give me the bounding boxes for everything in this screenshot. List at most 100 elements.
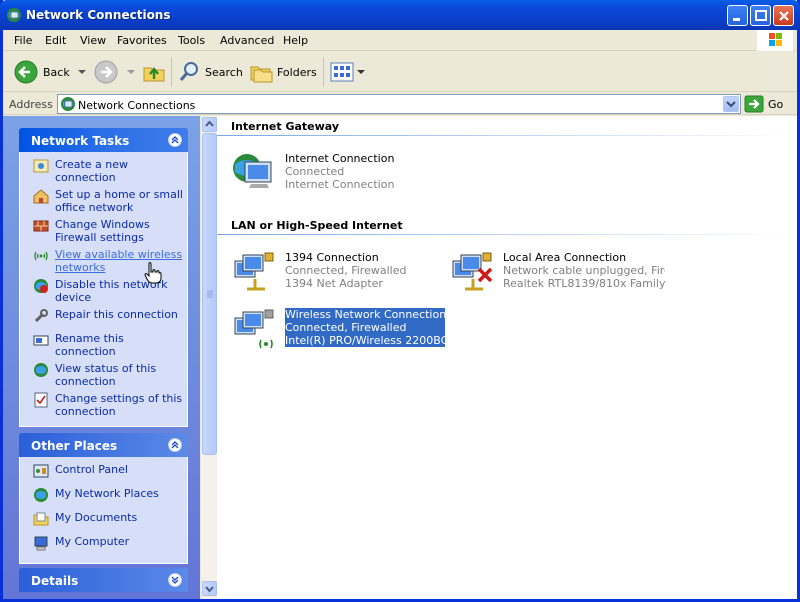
back-button[interactable]: Back <box>13 60 88 84</box>
other-places-title: Other Places <box>31 439 118 453</box>
connection-status: Connected, Firewalled <box>285 321 407 334</box>
folders-label: Folders <box>277 65 317 79</box>
scroll-thumb[interactable] <box>202 133 217 455</box>
forward-arrow-icon <box>94 60 118 84</box>
menu-bar: File Edit View Favorites Tools Advanced … <box>3 30 797 51</box>
lan-connection-icon <box>234 252 274 291</box>
maximize-icon <box>755 10 767 21</box>
task-pane-scrollbar[interactable] <box>200 116 217 599</box>
chevron-down-icon[interactable] <box>125 67 137 77</box>
collapse-chevron-icon[interactable] <box>168 133 182 147</box>
address-bar: Address Network Connections Go <box>3 93 797 115</box>
connection-status: Connected <box>285 165 345 178</box>
network-connections-icon <box>61 97 75 111</box>
control-panel-icon <box>33 464 49 478</box>
address-value: Network Connections <box>78 99 196 112</box>
lan-disconnected-icon <box>452 252 493 291</box>
back-arrow-icon <box>14 60 38 84</box>
connections-list: Internet Gateway Internet Connection Con… <box>217 116 797 599</box>
internet-gateway-icon <box>233 154 272 188</box>
network-tasks-title: Network Tasks <box>31 134 130 148</box>
chevron-down-icon <box>726 101 736 108</box>
search-icon <box>179 62 198 81</box>
connection-local-area[interactable]: Local Area Connection Network cable unpl… <box>435 251 665 295</box>
settings-icon <box>34 392 48 408</box>
folders-icon <box>250 66 273 83</box>
menu-favorites[interactable]: Favorites <box>117 34 167 47</box>
grip-icon <box>207 290 213 298</box>
scroll-down-button[interactable] <box>202 581 217 596</box>
menu-view[interactable]: View <box>80 34 106 47</box>
connection-device: Intel(R) PRO/Wireless 2200BG... <box>285 334 445 347</box>
close-button[interactable] <box>773 5 794 26</box>
go-arrow-icon <box>744 95 764 113</box>
task-repair-connection[interactable]: Repair this connection <box>20 308 187 328</box>
connection-wireless[interactable]: Wireless Network Connection Connected, F… <box>217 308 445 352</box>
task-create-connection[interactable]: Create a new connection <box>20 158 187 184</box>
task-home-network[interactable]: Set up a home or small office network <box>20 188 187 214</box>
documents-icon <box>33 512 49 526</box>
toolbar: Back Search Folders <box>3 52 797 92</box>
rename-icon <box>33 335 49 346</box>
maximize-button[interactable] <box>750 5 771 26</box>
minimize-button[interactable] <box>727 5 748 26</box>
connection-1394[interactable]: 1394 Connection Connected, Firewalled 13… <box>217 251 437 295</box>
place-network-places[interactable]: My Network Places <box>20 487 187 507</box>
place-control-panel[interactable]: Control Panel <box>20 463 187 483</box>
menu-file[interactable]: File <box>14 34 32 47</box>
menu-advanced[interactable]: Advanced <box>220 34 274 47</box>
repair-icon <box>34 309 48 323</box>
group-divider <box>217 234 797 235</box>
back-label: Back <box>43 65 70 79</box>
search-button[interactable]: Search <box>177 60 243 84</box>
address-input[interactable]: Network Connections <box>57 94 741 114</box>
views-button[interactable] <box>330 60 366 84</box>
connection-internet-text: Internet Connection Connected Internet C… <box>285 152 445 191</box>
toolbar-separator <box>171 58 172 86</box>
connection-internet[interactable]: Internet Connection Connected Internet C… <box>217 152 437 196</box>
other-places-header[interactable]: Other Places <box>19 433 188 457</box>
task-change-settings[interactable]: Change settings of this connection <box>20 392 187 418</box>
menu-tools[interactable]: Tools <box>178 34 205 47</box>
explorer-window: Network Connections File Edit View Favor… <box>0 0 800 602</box>
folders-button[interactable]: Folders <box>249 60 317 84</box>
other-places-list: Control Panel My Network Places My Docum… <box>19 457 188 564</box>
chevron-down-icon[interactable] <box>76 67 88 77</box>
chevron-down-icon[interactable] <box>356 67 366 77</box>
up-folder-button[interactable] <box>142 60 166 84</box>
task-view-status[interactable]: View status of this connection <box>20 362 187 388</box>
wireless-icon <box>34 251 48 261</box>
expand-chevron-icon[interactable] <box>168 573 182 587</box>
computer-icon <box>34 536 48 551</box>
scroll-up-button[interactable] <box>202 117 217 132</box>
forward-button[interactable] <box>93 60 137 84</box>
disable-icon <box>34 279 48 293</box>
connection-name: 1394 Connection <box>285 251 379 264</box>
content-area: Network Tasks Create a new connection Se… <box>3 116 797 599</box>
place-my-computer[interactable]: My Computer <box>20 535 187 555</box>
chevron-down-icon <box>205 586 214 593</box>
task-rename-connection[interactable]: Rename this connection <box>20 332 187 358</box>
toolbar-separator <box>323 58 324 86</box>
task-firewall-settings[interactable]: Change Windows Firewall settings <box>20 218 187 244</box>
views-icon <box>330 62 354 82</box>
connection-status: Connected, Firewalled <box>285 264 407 277</box>
title-bar[interactable]: Network Connections <box>0 0 800 30</box>
menu-edit[interactable]: Edit <box>45 34 66 47</box>
minimize-icon <box>733 18 740 21</box>
network-places-icon <box>34 488 48 502</box>
address-dropdown-button[interactable] <box>723 96 739 112</box>
network-tasks-header[interactable]: Network Tasks <box>19 128 188 152</box>
chevron-up-icon <box>205 120 214 127</box>
place-my-documents[interactable]: My Documents <box>20 511 187 531</box>
go-button[interactable]: Go <box>744 95 783 113</box>
menu-help[interactable]: Help <box>283 34 308 47</box>
details-header[interactable]: Details <box>19 568 188 592</box>
home-network-icon <box>33 189 49 204</box>
connection-name: Wireless Network Connection <box>285 308 445 321</box>
collapse-chevron-icon[interactable] <box>168 438 182 452</box>
window-title: Network Connections <box>26 8 171 22</box>
group-header-internet-gateway: Internet Gateway <box>231 120 340 133</box>
go-label: Go <box>768 97 784 111</box>
status-icon <box>34 363 48 377</box>
